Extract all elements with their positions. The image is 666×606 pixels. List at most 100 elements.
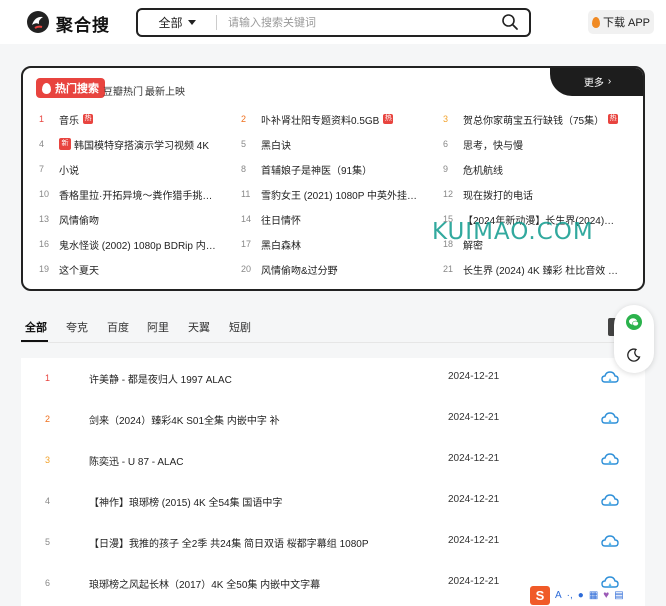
sogou-ime-icon[interactable]: S — [530, 586, 550, 605]
hot-tag: 热 — [608, 114, 619, 124]
cloud-drive-icon[interactable] — [601, 452, 619, 466]
rank-number: 20 — [241, 264, 252, 274]
table-row[interactable]: 3 陈奕迅 - U 87 - ALAC 2024-12-21 — [21, 440, 645, 481]
keyboard-icon[interactable]: ▦ — [589, 590, 598, 601]
hot-item-text: 贺总你家萌宝五行缺钱（75集） — [463, 115, 605, 127]
hot-item-text: 往日情怀 — [261, 215, 301, 227]
hot-item[interactable]: 9 危机航线 — [443, 161, 503, 177]
brand-title[interactable]: 聚合搜 — [56, 11, 110, 36]
more-label: 更多 — [583, 77, 604, 89]
hot-item-text: 鬼水怪谈 (2002) 1080p BDRip 内封简繁 — [59, 240, 219, 252]
logo-icon[interactable] — [26, 10, 50, 34]
hot-item[interactable]: 4 新 韩国模特穿搭演示学习视频 4K — [39, 136, 209, 152]
rank-number: 6 — [45, 578, 51, 588]
result-title[interactable]: 琅琊榜之风起长林（2017）4K 全50集 内嵌中文字幕 — [89, 576, 320, 591]
search-box: 全部 — [136, 8, 531, 37]
table-row[interactable]: 4 【神作】琅琊榜 (2015) 4K 全54集 国语中字 2024-12-21 — [21, 481, 645, 522]
hot-item[interactable]: 7 小说 — [39, 161, 79, 177]
hot-item[interactable]: 14 往日情怀 — [241, 211, 301, 227]
table-row[interactable]: 2 剑来（2024）臻彩4K S01全集 内嵌中字 补 2024-12-21 — [21, 399, 645, 440]
hot-item-text: 卟补肾壮阳专题资料0.5GB — [261, 115, 380, 127]
new-tag: 新 — [59, 138, 71, 150]
hot-item[interactable]: 20 风情偷吻&过分野 — [241, 261, 338, 277]
hot-item[interactable]: 6 思考，快与慢 — [443, 136, 523, 152]
cloud-drive-icon[interactable] — [601, 534, 619, 548]
result-date: 2024-12-21 — [448, 494, 500, 505]
hot-item-text: 首辅娘子是神医（91集） — [261, 165, 373, 177]
microphone-icon[interactable]: ● — [578, 590, 584, 601]
moon-icon[interactable] — [627, 348, 641, 362]
hot-item-text: 小说 — [59, 165, 79, 177]
hot-item-text: 音乐 — [59, 115, 79, 127]
tab-short-drama[interactable]: 短剧 — [229, 319, 251, 335]
grid-menu-icon[interactable]: ▤ — [614, 590, 623, 601]
hot-item-text: 现在拨打的电话 — [463, 190, 533, 202]
category-select[interactable]: 全部 — [138, 10, 216, 35]
wechat-icon[interactable] — [626, 314, 642, 330]
hot-item-text: 风情偷吻&过分野 — [261, 265, 338, 277]
rank-number: 4 — [45, 496, 51, 506]
hot-item[interactable]: 19 这个夏天 — [39, 261, 99, 277]
result-title[interactable]: 陈奕迅 - U 87 - ALAC — [89, 453, 183, 468]
hot-item[interactable]: 16 鬼水怪谈 (2002) 1080p BDRip 内封简繁 — [39, 236, 219, 252]
hot-item[interactable]: 13 风情偷吻 — [39, 211, 99, 227]
hot-item[interactable]: 10 香格里拉·开拓异境～粪作猎手挑战神… — [39, 186, 219, 202]
hot-item-text: 黑白诀 — [261, 140, 291, 152]
result-date: 2024-12-21 — [448, 453, 500, 464]
rank-number: 14 — [241, 214, 252, 224]
rank-number: 5 — [241, 139, 247, 149]
rank-number: 4 — [39, 139, 45, 149]
result-date: 2024-12-21 — [448, 535, 500, 546]
table-row[interactable]: 1 许美静 - 都是夜归人 1997 ALAC 2024-12-21 — [21, 358, 645, 399]
category-label: 全部 — [158, 16, 183, 30]
hot-item[interactable]: 5 黑白诀 — [241, 136, 291, 152]
ime-language-label[interactable]: A — [555, 590, 562, 601]
result-title[interactable]: 【日漫】我推的孩子 全2季 共24集 简日双语 桜都字幕组 1080P — [89, 535, 369, 550]
hot-item[interactable]: 17 黑白森林 — [241, 236, 301, 252]
divider — [21, 342, 645, 343]
rank-number: 19 — [39, 264, 50, 274]
tab-quark[interactable]: 夸克 — [66, 319, 88, 335]
search-icon[interactable] — [501, 13, 519, 31]
rank-number: 3 — [45, 455, 51, 465]
hot-item[interactable]: 3 贺总你家萌宝五行缺钱（75集） 热 — [443, 111, 619, 127]
source-tabs: 全部 夸克 百度 阿里 天翼 短剧 — [21, 314, 645, 342]
cloud-drive-icon[interactable] — [601, 493, 619, 507]
hot-tag: 热 — [83, 114, 93, 124]
rank-number: 17 — [241, 239, 252, 249]
cloud-drive-icon[interactable] — [601, 411, 619, 425]
hot-item[interactable]: 2 卟补肾壮阳专题资料0.5GB 热 — [241, 111, 394, 127]
hot-item[interactable]: 8 首辅娘子是神医（91集） — [241, 161, 372, 177]
top-header: 聚合搜 全部 下载 APP — [0, 0, 666, 44]
hot-item[interactable]: 21 长生界 (2024) 4K 臻彩 杜比音效 S01… — [443, 261, 623, 277]
hot-item-text: 香格里拉·开拓异境～粪作猎手挑战神… — [59, 190, 219, 202]
search-input[interactable] — [228, 12, 478, 33]
tab-douban-hot[interactable]: 豆瓣热门 — [103, 83, 143, 98]
hot-item-text: 风情偷吻 — [59, 215, 99, 227]
tab-latest-release[interactable]: 最新上映 — [145, 83, 185, 98]
hot-item[interactable]: 11 雪豹女王 (2021) 1080P 中英外挂字幕 — [241, 186, 421, 202]
hot-item-text: 思考，快与慢 — [463, 140, 523, 152]
result-title[interactable]: 许美静 - 都是夜归人 1997 ALAC — [89, 371, 232, 386]
tab-baidu[interactable]: 百度 — [107, 319, 129, 335]
result-title[interactable]: 剑来（2024）臻彩4K S01全集 内嵌中字 补 — [89, 412, 280, 427]
hot-item[interactable]: 1 音乐 热 — [39, 111, 93, 127]
tab-tianyi[interactable]: 天翼 — [188, 319, 210, 335]
skin-icon[interactable]: ♥ — [603, 590, 609, 601]
rank-number: 11 — [241, 189, 251, 199]
cloud-drive-icon[interactable] — [601, 370, 619, 384]
ime-punctuation-icon[interactable]: ·, — [567, 590, 573, 601]
rank-number: 7 — [39, 164, 45, 174]
hot-search-card: 热门搜索 豆瓣热门 最新上映 更多 › 1 音乐 热 2 卟补肾壮阳专题资料0.… — [21, 66, 645, 291]
download-app-button[interactable]: 下载 APP — [588, 10, 654, 34]
tab-all[interactable]: 全部 — [25, 319, 47, 335]
more-button[interactable]: 更多 › — [550, 68, 643, 96]
hot-item[interactable]: 12 现在拨打的电话 — [443, 186, 533, 202]
flame-icon — [591, 16, 600, 28]
table-row[interactable]: 5 【日漫】我推的孩子 全2季 共24集 简日双语 桜都字幕组 1080P 20… — [21, 522, 645, 563]
rank-number: 8 — [241, 164, 247, 174]
tab-aliyun[interactable]: 阿里 — [147, 319, 169, 335]
chevron-right-icon: › — [607, 75, 612, 87]
result-title[interactable]: 【神作】琅琊榜 (2015) 4K 全54集 国语中字 — [89, 494, 282, 509]
rank-number: 5 — [45, 537, 51, 547]
